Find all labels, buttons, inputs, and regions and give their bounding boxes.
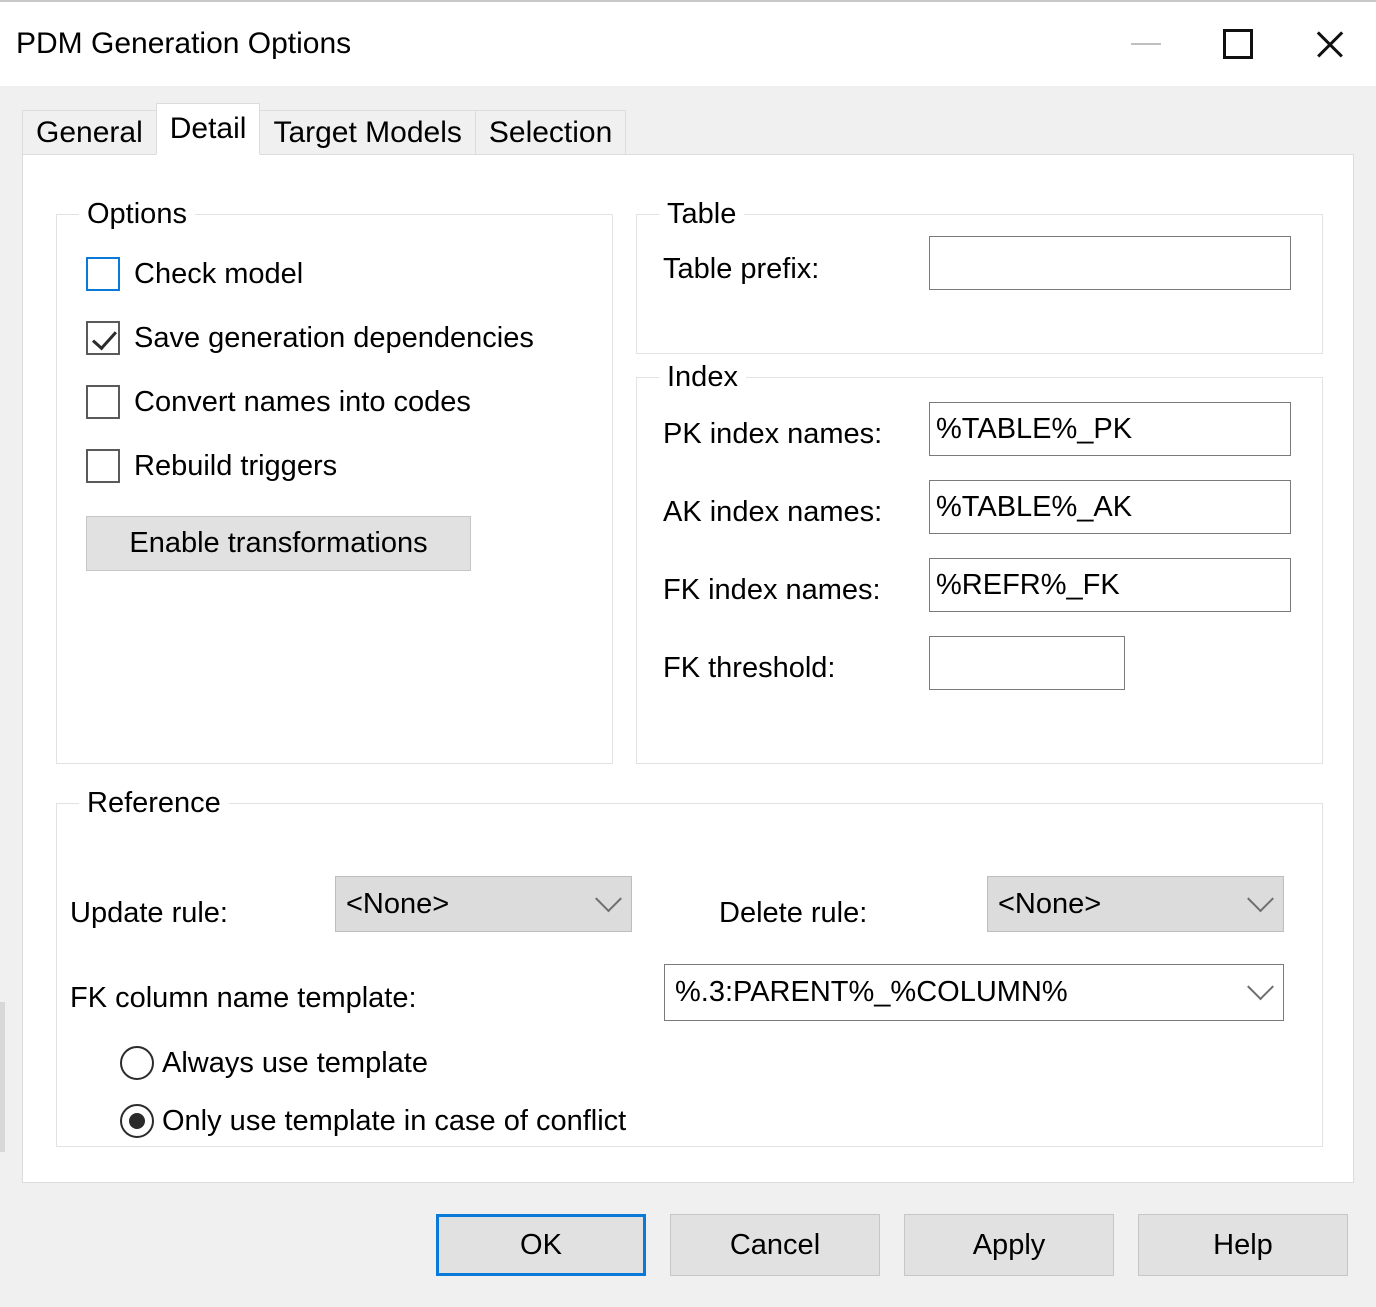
pdm-generation-options-dialog: PDM Generation Options General Detail Ta… (0, 0, 1376, 1307)
apply-button[interactable]: Apply (904, 1214, 1114, 1276)
ak-index-names-input[interactable]: %TABLE%_AK (929, 480, 1291, 534)
checkbox-convert-names-into-codes[interactable]: Convert names into codes (86, 385, 471, 419)
only-use-template-label: Only use template in case of conflict (162, 1104, 627, 1137)
update-rule-dropdown[interactable]: <None> (335, 876, 632, 932)
tab-selection[interactable]: Selection (474, 110, 627, 154)
update-rule-label: Update rule: (70, 897, 228, 929)
check-model-label: Check model (134, 257, 304, 290)
reference-group-title: Reference (79, 786, 229, 820)
delete-rule-value: <None> (998, 887, 1102, 920)
fk-threshold-label: FK threshold: (663, 652, 836, 684)
options-group-title: Options (79, 197, 195, 231)
checkbox-save-generation-dependencies[interactable]: Save generation dependencies (86, 321, 534, 355)
update-rule-value: <None> (346, 887, 450, 920)
always-use-template-radio-circle[interactable] (120, 1046, 154, 1080)
title-bar: PDM Generation Options (0, 2, 1376, 86)
cancel-button[interactable]: Cancel (670, 1214, 880, 1276)
minimize-icon (1131, 43, 1161, 45)
dialog-footer: OK Cancel Apply Help (0, 1183, 1376, 1307)
rebuild-triggers-checkbox-box[interactable] (86, 449, 120, 483)
index-group: Index PK index names: %TABLE%_PK AK inde… (636, 360, 1323, 764)
tab-detail[interactable]: Detail (155, 103, 261, 155)
help-button-label: Help (1213, 1228, 1273, 1261)
table-group-title: Table (659, 197, 745, 231)
detail-tab-page: Options Check model Save generation depe… (22, 154, 1354, 1183)
tab-general[interactable]: General (22, 110, 157, 154)
chevron-down-icon (1237, 973, 1283, 1002)
fk-index-names-label: FK index names: (663, 574, 881, 606)
window-edge-artifact (0, 1002, 5, 1152)
close-button[interactable] (1284, 2, 1376, 86)
ok-button-label: OK (520, 1228, 562, 1261)
tab-selection-label: Selection (488, 115, 613, 149)
fk-column-name-template-dropdown[interactable]: %.3:PARENT%_%COLUMN% (664, 964, 1284, 1021)
checkbox-check-model[interactable]: Check model (86, 257, 303, 291)
cancel-button-label: Cancel (729, 1228, 821, 1261)
close-icon (1313, 27, 1347, 61)
only-use-template-radio-circle[interactable] (120, 1104, 154, 1138)
radio-only-use-template-in-case-of-conflict[interactable]: Only use template in case of conflict (120, 1104, 626, 1138)
reference-group: Reference Update rule: <None> Delete rul… (56, 786, 1323, 1147)
save-generation-dependencies-label: Save generation dependencies (134, 321, 534, 354)
tab-target-models[interactable]: Target Models (259, 110, 476, 154)
tab-general-label: General (36, 115, 143, 149)
ok-button[interactable]: OK (436, 1214, 646, 1276)
table-group: Table Table prefix: (636, 197, 1323, 354)
always-use-template-label: Always use template (162, 1046, 428, 1079)
options-group: Options Check model Save generation depe… (56, 197, 613, 764)
pk-index-names-input[interactable]: %TABLE%_PK (929, 402, 1291, 456)
chevron-down-icon (585, 884, 631, 914)
fk-threshold-input[interactable] (929, 636, 1125, 690)
fk-column-name-template-value: %.3:PARENT%_%COLUMN% (675, 976, 1068, 1008)
maximize-button[interactable] (1192, 2, 1284, 86)
save-generation-dependencies-checkbox-box[interactable] (86, 321, 120, 355)
convert-names-into-codes-label: Convert names into codes (134, 385, 471, 418)
table-prefix-label: Table prefix: (663, 253, 820, 285)
window-controls (1100, 2, 1376, 86)
chevron-down-icon (1237, 884, 1283, 914)
checkbox-rebuild-triggers[interactable]: Rebuild triggers (86, 449, 337, 483)
table-prefix-input[interactable] (929, 236, 1291, 290)
rebuild-triggers-label: Rebuild triggers (134, 449, 338, 482)
tab-strip: General Detail Target Models Selection (22, 102, 1376, 155)
convert-names-into-codes-checkbox-box[interactable] (86, 385, 120, 419)
window-title: PDM Generation Options (16, 27, 352, 60)
ak-index-names-label: AK index names: (663, 496, 883, 528)
index-group-title: Index (659, 360, 746, 394)
delete-rule-dropdown[interactable]: <None> (987, 876, 1284, 932)
tab-target-models-label: Target Models (273, 115, 462, 149)
apply-button-label: Apply (972, 1228, 1046, 1261)
help-button[interactable]: Help (1138, 1214, 1348, 1276)
pk-index-names-label: PK index names: (663, 418, 883, 450)
minimize-button[interactable] (1100, 2, 1192, 86)
fk-column-name-template-label: FK column name template: (70, 982, 417, 1014)
fk-index-names-input[interactable]: %REFR%_FK (929, 558, 1291, 612)
enable-transformations-label: Enable transformations (129, 527, 428, 559)
delete-rule-label: Delete rule: (719, 897, 868, 929)
tab-detail-label: Detail (169, 112, 247, 145)
check-model-checkbox-box[interactable] (86, 257, 120, 291)
enable-transformations-button[interactable]: Enable transformations (86, 516, 471, 571)
maximize-icon (1223, 29, 1253, 59)
radio-always-use-template[interactable]: Always use template (120, 1046, 428, 1080)
